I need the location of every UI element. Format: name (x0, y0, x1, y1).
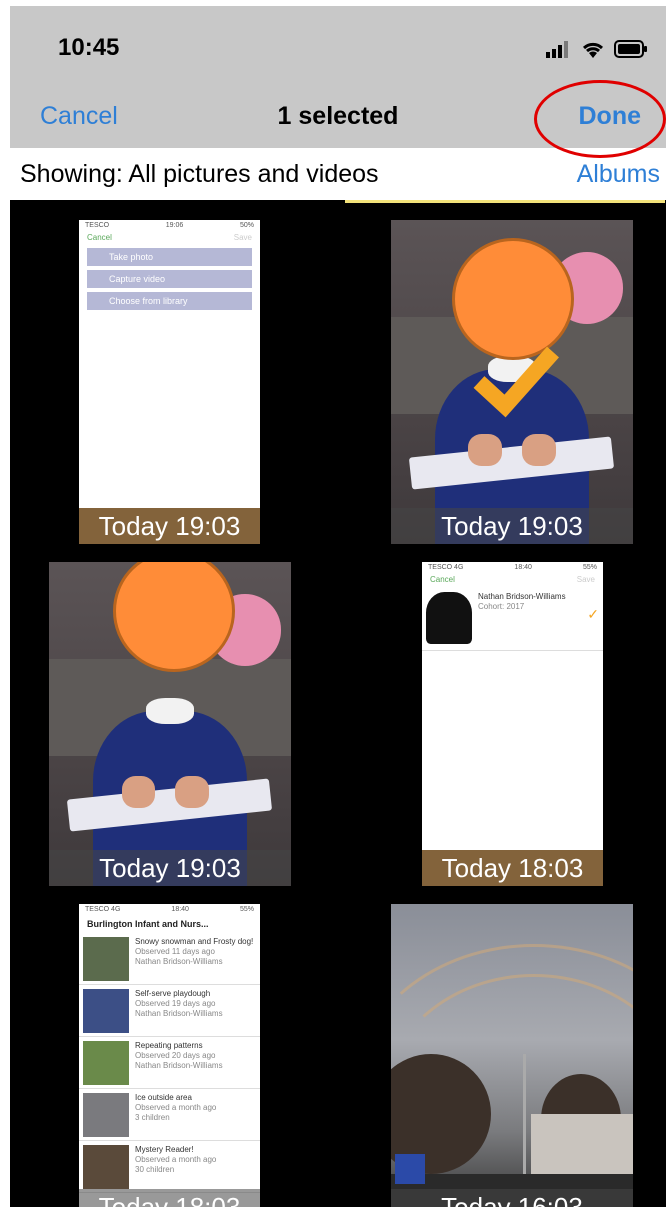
thumb-list-header: Burlington Infant and Nurs... (87, 919, 209, 929)
item-timestamp: Today 16:03 (391, 1189, 633, 1207)
grid-item[interactable]: Today 19:03 (49, 562, 291, 886)
thumb-list-row: Snowy snowman and Frosty dog! Observed 1… (79, 933, 260, 985)
avatar (426, 592, 472, 644)
thumb-row-title: Repeating patterns (135, 1041, 203, 1050)
thumb-list-row: Repeating patterns Observed 20 days ago … (79, 1037, 260, 1089)
thumb-list-row: Mystery Reader! Observed a month ago 30 … (79, 1141, 260, 1193)
grid-item[interactable]: TESCO 4G 18:40 55% Burlington Infant and… (79, 904, 260, 1207)
item-timestamp: Today 19:03 (391, 508, 633, 544)
thumb-row-sub: Observed 11 days ago (135, 947, 215, 956)
thumb-time: 18:40 (514, 564, 532, 571)
thumb-cancel: Cancel (430, 575, 455, 584)
thumb-contact-row: Nathan Bridson-Williams Cohort: 2017 ✓ (422, 586, 603, 651)
thumb-list-row: Ice outside area Observed a month ago 3 … (79, 1089, 260, 1141)
thumb-row-sub: Observed 20 days ago (135, 1051, 216, 1060)
done-button[interactable]: Done (579, 102, 642, 131)
thumb-row-title: Mystery Reader! (135, 1145, 194, 1154)
thumb-battery: 50% (239, 222, 254, 229)
grid-item-selected[interactable]: Today 19:03 (391, 220, 633, 544)
thumb-time: 18:40 (171, 906, 189, 913)
photo-grid: TESCO 19:06 50% Cancel Save Take photo C… (10, 200, 666, 1207)
thumb-contact-name: Nathan Bridson-Williams (478, 592, 566, 601)
thumb-menu-item: Capture video (87, 270, 252, 288)
wifi-icon (582, 42, 604, 58)
thumb-row-sub: Observed a month ago (135, 1155, 217, 1164)
thumb-row-title: Ice outside area (135, 1093, 192, 1102)
thumb-battery: 55% (239, 906, 254, 913)
thumb-save: Save (576, 575, 595, 584)
thumb-carrier: TESCO 4G (85, 906, 121, 913)
thumb-row-title: Snowy snowman and Frosty dog! (135, 937, 254, 946)
item-timestamp: Today 18:03 (79, 1189, 260, 1207)
item-timestamp: Today 19:03 (49, 850, 291, 886)
thumb-contact-cohort: Cohort: 2017 (478, 602, 525, 611)
thumb-list-row: Self-serve playdough Observed 19 days ag… (79, 985, 260, 1037)
item-timestamp: Today 19:03 (79, 508, 260, 544)
signal-icon (546, 41, 568, 58)
thumb-row-sub: Nathan Bridson-Williams (135, 1061, 223, 1070)
thumb-cancel: Cancel (87, 233, 112, 242)
thumbnail-screenshot: TESCO 4G 18:40 55% Cancel Save Nathan Br… (422, 562, 603, 886)
thumb-row-sub: Observed a month ago (135, 1103, 217, 1112)
thumb-battery: 55% (582, 564, 597, 571)
thumb-time: 19:06 (165, 222, 184, 229)
grid-item[interactable]: TESCO 19:06 50% Cancel Save Take photo C… (79, 220, 260, 544)
showing-label: Showing: All pictures and videos (20, 160, 379, 188)
checkmark-icon (473, 346, 559, 418)
item-timestamp: Today 18:03 (422, 850, 603, 886)
photo-thumbnail (391, 904, 633, 1207)
grid-item[interactable]: TESCO 4G 18:40 55% Cancel Save Nathan Br… (422, 562, 603, 886)
thumb-carrier: TESCO 4G (428, 564, 464, 571)
selection-title: 1 selected (277, 102, 399, 130)
thumbnail-screenshot: TESCO 4G 18:40 55% Burlington Infant and… (79, 904, 260, 1207)
thumb-row-sub: 3 children (135, 1113, 170, 1122)
status-time: 10:45 (58, 34, 120, 61)
thumb-menu-item: Choose from library (87, 292, 252, 310)
check-icon: ✓ (587, 606, 599, 622)
thumbnail-screenshot: TESCO 19:06 50% Cancel Save Take photo C… (79, 220, 260, 544)
thumb-row-sub: Nathan Bridson-Williams (135, 957, 223, 966)
thumb-row-sub: Observed 19 days ago (135, 999, 216, 1008)
thumb-save: Save (233, 233, 252, 242)
status-icons (546, 39, 648, 59)
albums-button[interactable]: Albums (577, 160, 660, 189)
thumb-menu-item: Take photo (87, 248, 252, 266)
top-bar: 10:45 Cancel 1 selected Done (10, 6, 666, 148)
thumb-row-sub: Nathan Bridson-Williams (135, 1009, 223, 1018)
divider (345, 200, 665, 203)
thumb-row-sub: 30 children (135, 1165, 175, 1174)
thumb-row-title: Self-serve playdough (135, 989, 211, 998)
battery-icon (614, 40, 647, 58)
thumb-carrier: TESCO (85, 222, 110, 229)
grid-item[interactable]: Today 16:03 (391, 904, 633, 1207)
nav-bar: Cancel 1 selected Done (10, 96, 666, 142)
